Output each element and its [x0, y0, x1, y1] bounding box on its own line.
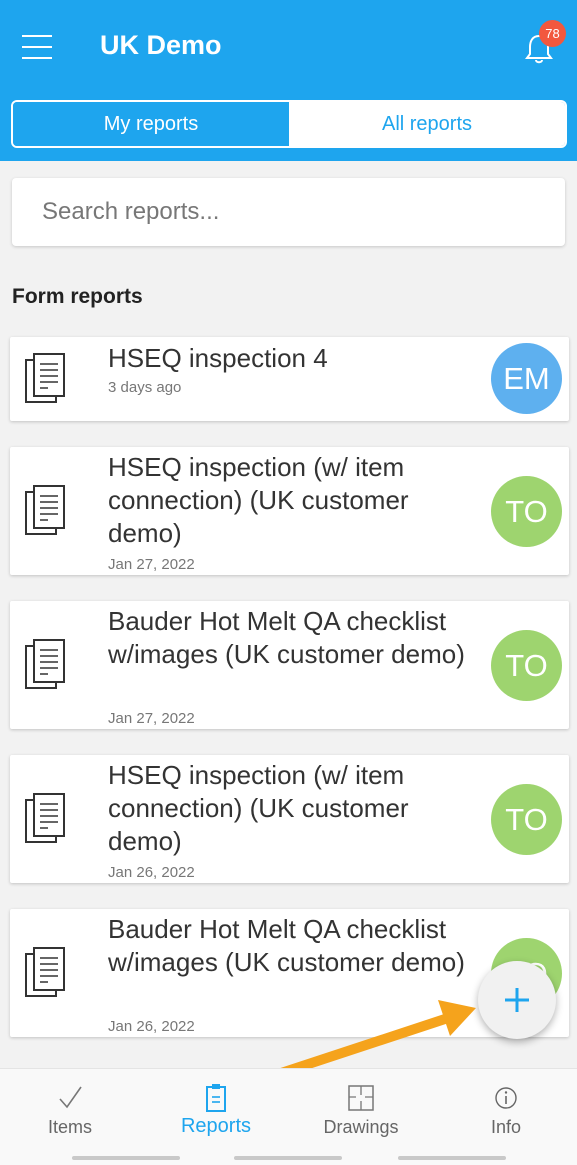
- report-date: 3 days ago: [108, 379, 182, 396]
- avatar: TO: [491, 630, 562, 701]
- report-card[interactable]: HSEQ inspection (w/ item connection) (UK…: [10, 447, 569, 575]
- report-card[interactable]: HSEQ inspection 4 3 days ago EM: [10, 337, 569, 421]
- gesture-bar: [72, 1156, 180, 1160]
- search-input[interactable]: [12, 178, 565, 246]
- check-icon: [59, 1086, 82, 1109]
- report-date: Jan 26, 2022: [108, 864, 195, 881]
- document-icon: [25, 793, 65, 843]
- report-title: HSEQ inspection (w/ item connection) (UK…: [108, 760, 409, 856]
- avatar: TO: [491, 476, 562, 547]
- report-date: Jan 27, 2022: [108, 710, 195, 727]
- info-icon: [495, 1087, 517, 1109]
- report-title: HSEQ inspection 4: [108, 343, 328, 373]
- report-title: HSEQ inspection (w/ item connection) (UK…: [108, 452, 409, 548]
- report-card[interactable]: HSEQ inspection (w/ item connection) (UK…: [10, 755, 569, 883]
- app-header: UK Demo 78 My reports All reports: [0, 0, 577, 161]
- floorplan-icon: [348, 1085, 374, 1111]
- report-date: Jan 26, 2022: [108, 1018, 195, 1035]
- tab-all-reports[interactable]: All reports: [289, 102, 565, 146]
- report-scope-toggle: My reports All reports: [11, 100, 567, 148]
- bottom-navigation: Items Reports Drawings Info: [0, 1068, 577, 1165]
- section-title: Form reports: [12, 285, 143, 308]
- document-icon: [25, 485, 65, 535]
- notification-badge: 78: [539, 20, 566, 47]
- document-icon: [25, 353, 65, 403]
- nav-label: Drawings: [323, 1117, 399, 1137]
- avatar: TO: [491, 784, 562, 855]
- gesture-bar: [398, 1156, 506, 1160]
- gesture-bar: [234, 1156, 342, 1160]
- plus-icon: [505, 988, 529, 1012]
- avatar: EM: [491, 343, 562, 414]
- report-date: Jan 27, 2022: [108, 556, 195, 573]
- report-card[interactable]: Bauder Hot Melt QA checklist w/images (U…: [10, 601, 569, 729]
- app-title: UK Demo: [100, 30, 222, 60]
- nav-reports[interactable]: Reports: [161, 1069, 271, 1159]
- clipboard-icon: [206, 1084, 226, 1112]
- tab-my-reports[interactable]: My reports: [13, 102, 289, 146]
- nav-label: Items: [47, 1117, 92, 1137]
- add-report-button[interactable]: [478, 961, 556, 1039]
- nav-items[interactable]: Items: [15, 1069, 125, 1159]
- nav-drawings[interactable]: Drawings: [306, 1069, 416, 1159]
- document-icon: [25, 639, 65, 689]
- report-title: Bauder Hot Melt QA checklist w/images (U…: [108, 606, 465, 669]
- document-icon: [25, 947, 65, 997]
- nav-label: Reports: [180, 1115, 252, 1137]
- nav-label: Info: [490, 1117, 522, 1137]
- report-title: Bauder Hot Melt QA checklist w/images (U…: [108, 914, 465, 977]
- nav-info[interactable]: Info: [451, 1069, 561, 1159]
- search-box: [12, 178, 565, 246]
- hamburger-menu-icon[interactable]: [22, 33, 52, 61]
